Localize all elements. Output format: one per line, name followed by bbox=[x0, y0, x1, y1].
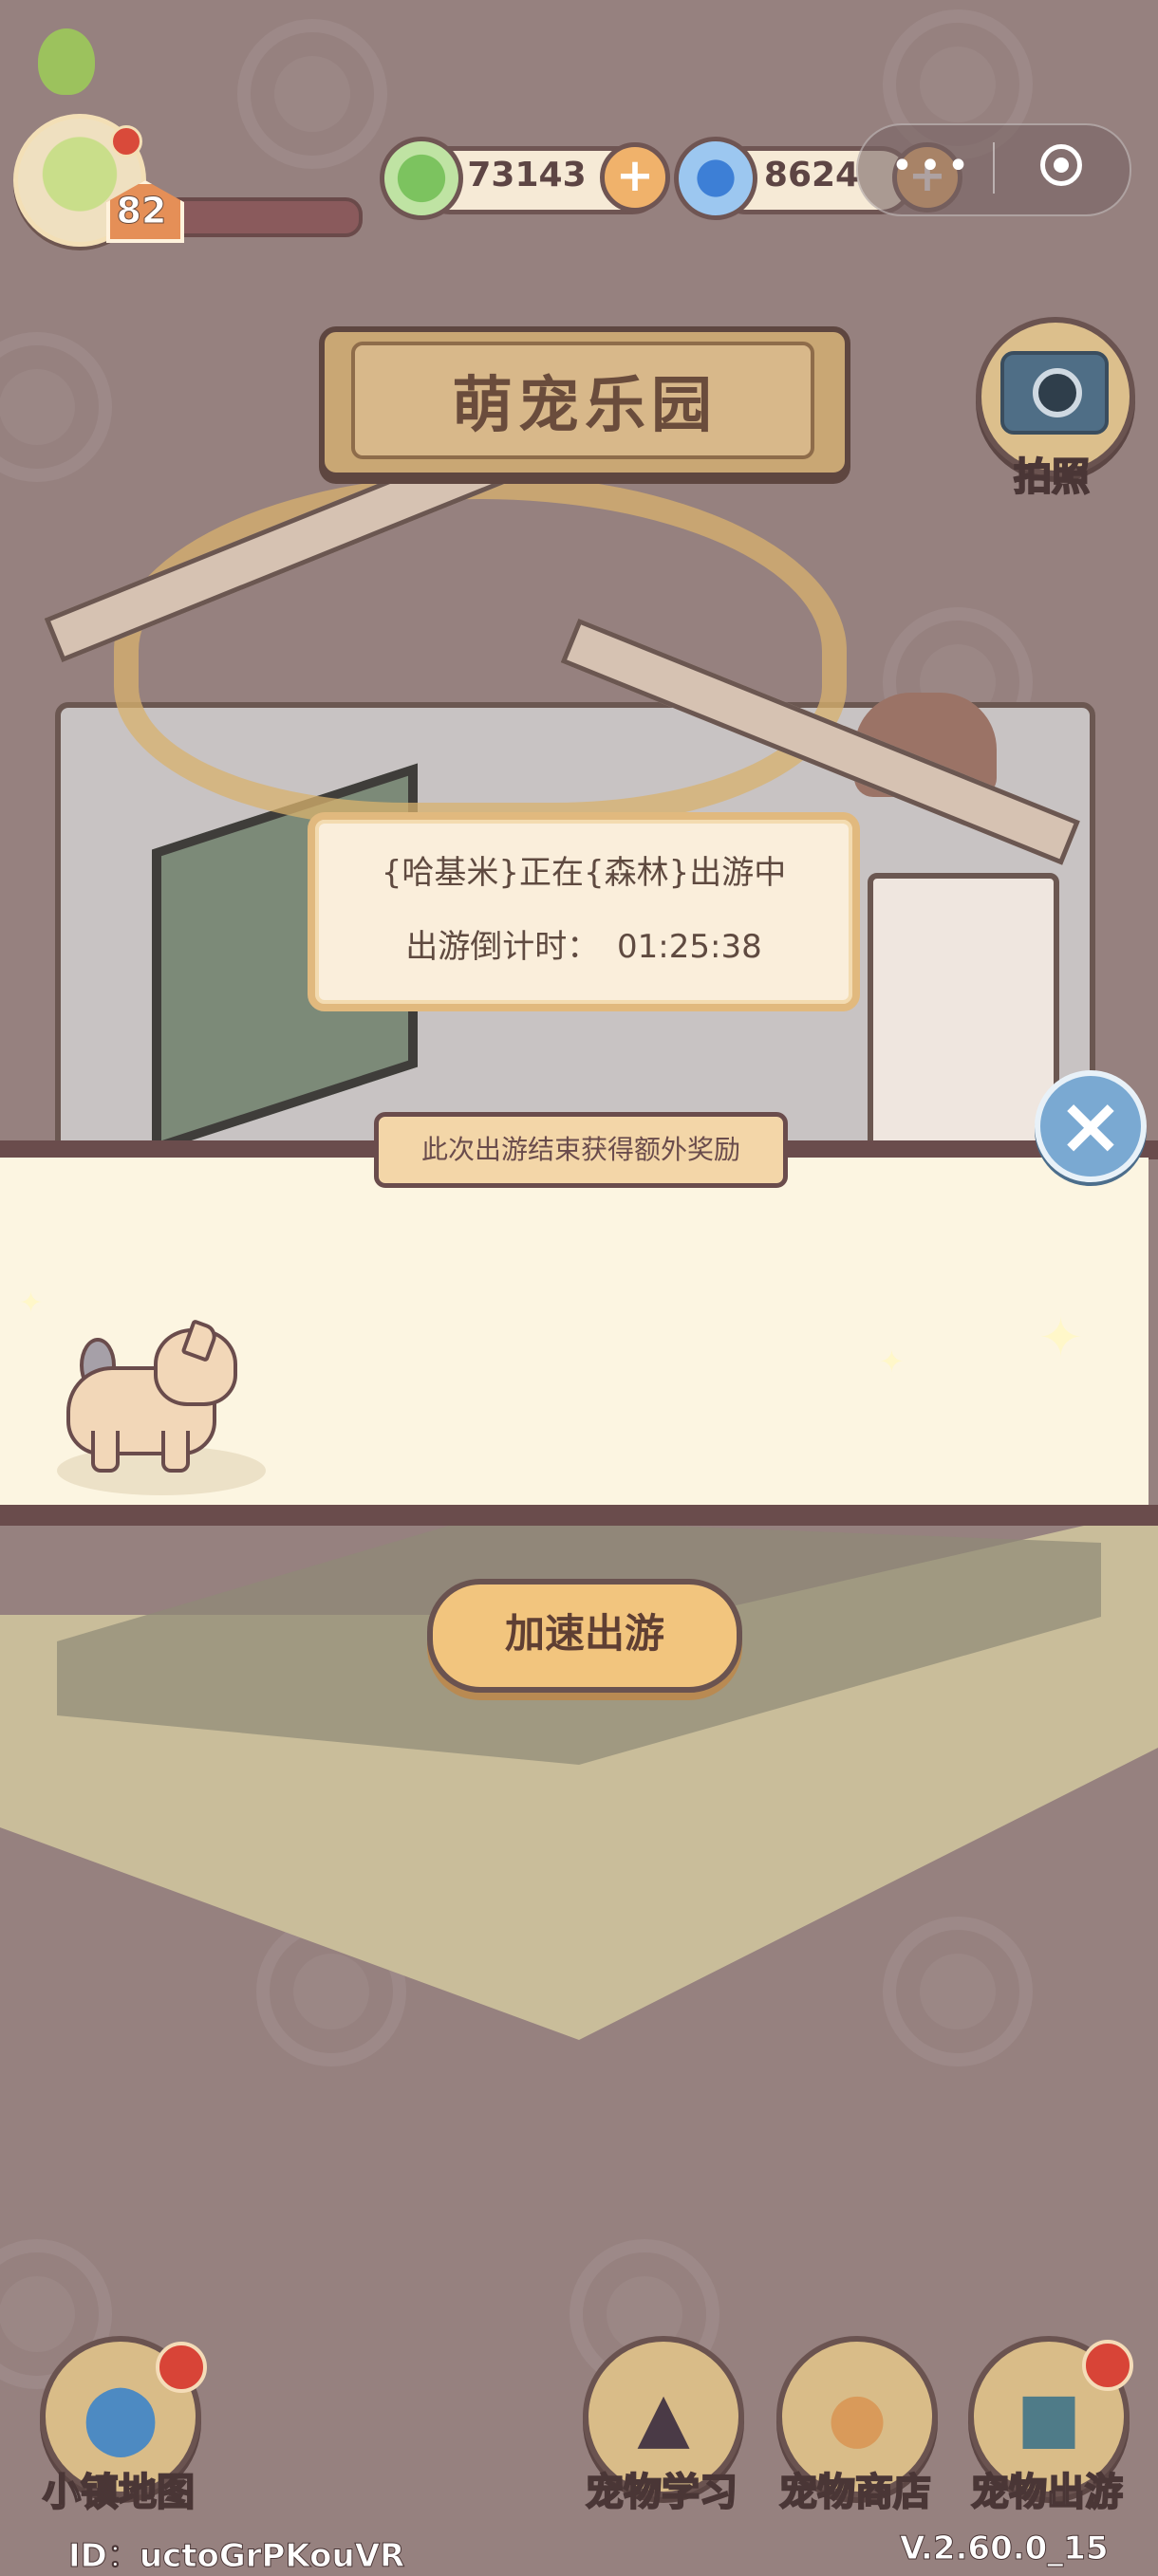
speed-up-travel-button[interactable]: 加速出游 bbox=[427, 1579, 742, 1693]
player-id: ID：uctoGrPKouVR bbox=[67, 2537, 405, 2576]
cat-shaped-roof-frame bbox=[114, 474, 847, 827]
pet-shop-label: 宠物商店 bbox=[778, 2470, 932, 2515]
add-clover-button[interactable]: + bbox=[600, 142, 670, 213]
photo-label: 拍照 bbox=[1013, 454, 1091, 500]
close-button[interactable]: × bbox=[1035, 1070, 1147, 1182]
sparkle-icon: ✦ bbox=[1038, 1307, 1083, 1369]
notification-dot bbox=[156, 2342, 207, 2393]
avatar-character bbox=[38, 28, 95, 95]
swirl-amount: 8624 bbox=[763, 156, 860, 195]
pet-leg bbox=[91, 1431, 120, 1473]
pet-leg bbox=[161, 1431, 190, 1473]
capsule-divider bbox=[993, 142, 995, 194]
camera-lens bbox=[1033, 368, 1082, 417]
pet-learning-label: 宠物学习 bbox=[585, 2470, 738, 2515]
countdown-value: 01:25:38 bbox=[617, 928, 762, 966]
countdown-label: 出游倒计时： bbox=[405, 928, 600, 966]
background-pattern bbox=[237, 19, 387, 169]
experience-bar bbox=[161, 197, 363, 237]
reward-banner-bottom-border bbox=[0, 1505, 1158, 1526]
sparkle-icon: ✦ bbox=[879, 1344, 905, 1380]
notification-dot bbox=[1082, 2340, 1133, 2391]
pet-travel-label: 宠物出游 bbox=[970, 2470, 1124, 2515]
park-title: 萌宠乐园 bbox=[452, 371, 718, 441]
target-icon[interactable] bbox=[1040, 144, 1082, 186]
game-version: V.2.60.0_15 bbox=[900, 2530, 1110, 2568]
reward-banner-label: 此次出游结束获得额外奖励 bbox=[420, 1134, 740, 1165]
background-pattern bbox=[883, 1917, 1033, 2066]
travel-countdown: 出游倒计时： 01:25:38 bbox=[308, 920, 860, 967]
close-icon: × bbox=[1056, 1079, 1125, 1172]
room-shelf bbox=[868, 873, 1059, 1159]
player-level: 82 bbox=[116, 190, 167, 232]
notification-dot bbox=[110, 125, 142, 158]
sparkle-icon: ✦ bbox=[19, 1287, 44, 1320]
town-map-label: 小镇地图 bbox=[42, 2470, 196, 2515]
clover-amount: 73143 bbox=[467, 156, 587, 195]
swirl-icon bbox=[674, 137, 757, 220]
background-pattern bbox=[0, 332, 112, 482]
travel-status-panel bbox=[308, 812, 860, 1011]
more-menu-button[interactable]: ••• bbox=[890, 142, 976, 194]
travel-status-text: {哈基米}正在{森林}出游中 bbox=[381, 854, 787, 892]
